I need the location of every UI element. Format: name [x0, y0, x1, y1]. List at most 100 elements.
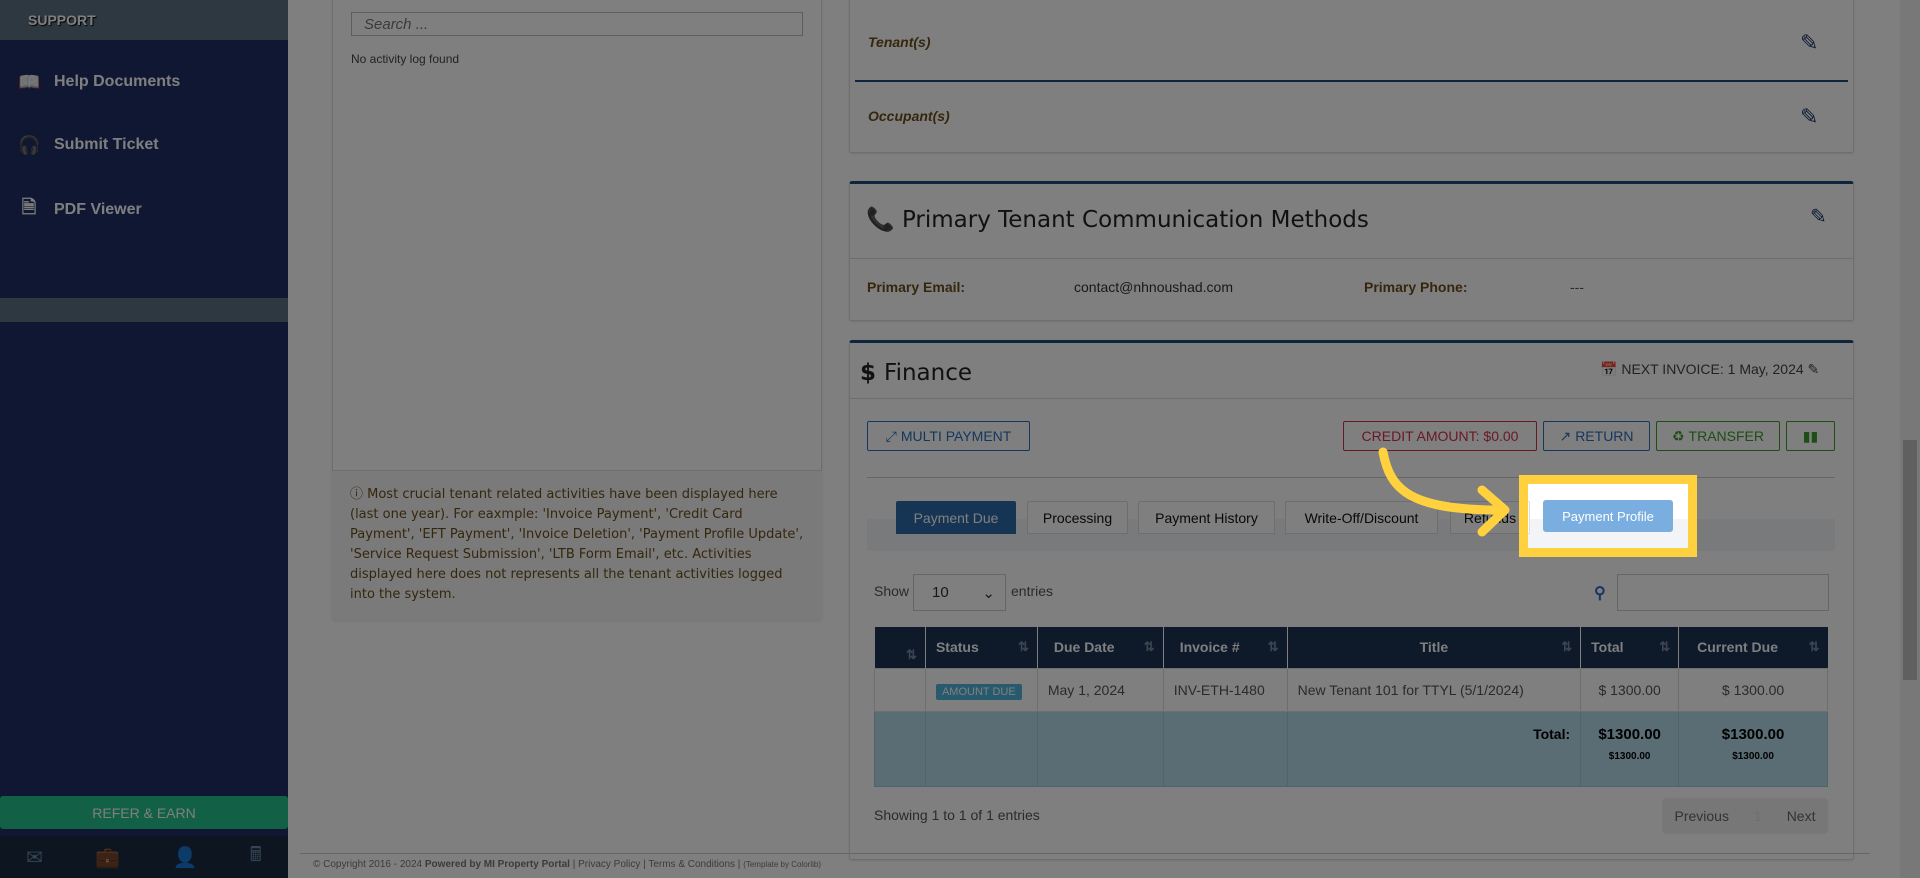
return-label: RETURN	[1575, 428, 1634, 444]
current-value: $1300.00	[1721, 725, 1785, 743]
pdf-icon: 🗎	[21, 197, 37, 217]
page-1-button[interactable]: 1	[1754, 808, 1762, 824]
occupants-label: Occupant(s)	[868, 108, 950, 124]
sort-icon: ⇅	[906, 647, 917, 663]
table-row[interactable]: AMOUNT DUE May 1, 2024 INV-ETH-1480 New …	[874, 667, 1828, 712]
finance-title: $ Finance	[860, 360, 972, 386]
sort-icon: ⇅	[1659, 639, 1671, 655]
current-sub-value: $1300.00	[1732, 750, 1774, 762]
column-header-title[interactable]: Title ⇅	[1286, 627, 1581, 668]
invoice-cell[interactable]: INV-ETH-1480	[1162, 667, 1288, 712]
communication-title: 📞 Primary Tenant Communication Methods	[866, 206, 1369, 233]
column-label: Status	[935, 639, 979, 656]
title-cell: New Tenant 101 for TTYL (5/1/2024)	[1286, 667, 1582, 712]
activity-info-note: ⓘ Most crucial tenant related activities…	[332, 470, 822, 620]
column-header-current-due[interactable]: Current Due ⇅	[1678, 627, 1828, 668]
terms-link[interactable]: Terms & Conditions	[648, 859, 735, 870]
column-label: Due Date	[1053, 639, 1115, 656]
total-cell: $ 1300.00	[1580, 667, 1680, 712]
tab-payment-profile[interactable]: Payment Profile	[1543, 500, 1673, 532]
transfer-button[interactable]: ♻ TRANSFER	[1656, 421, 1780, 451]
entries-label: entries	[1011, 583, 1054, 599]
arrow-annotation	[1378, 447, 1510, 537]
activity-search-input[interactable]	[351, 12, 803, 36]
briefcase-icon[interactable]: 💼	[95, 845, 120, 870]
column-label: Current Due	[1697, 639, 1779, 656]
communication-panel	[849, 181, 1854, 321]
communication-title-text: Primary Tenant Communication Methods	[901, 207, 1369, 233]
privacy-link[interactable]: Privacy Policy	[578, 859, 640, 870]
return-button[interactable]: ↗ RETURN	[1543, 421, 1650, 451]
sidebar-divider	[0, 298, 288, 322]
user-icon[interactable]: 👤	[173, 845, 198, 870]
sort-icon: ⇅	[1143, 639, 1155, 655]
column-header-invoice[interactable]: Invoice # ⇅	[1162, 627, 1288, 668]
expand-icon: ⤢	[885, 427, 897, 444]
bar-chart-icon: ▮▮	[1802, 427, 1819, 444]
chart-button[interactable]: ▮▮	[1786, 421, 1835, 451]
tenants-label: Tenant(s)	[868, 34, 931, 50]
sort-icon: ⇅	[1561, 639, 1573, 655]
primary-email-value: contact@nhnoushad.com	[1074, 279, 1233, 295]
totals-total: $1300.00 $1300.00	[1580, 710, 1680, 787]
table-search-input[interactable]	[1617, 574, 1829, 611]
edit-occupants-icon[interactable]: ✎	[1800, 104, 1818, 130]
due-date-cell: May 1, 2024	[1036, 667, 1164, 712]
entries-select[interactable]: 10 ⌄	[913, 574, 1006, 611]
status-badge: AMOUNT DUE	[935, 683, 1022, 700]
multi-payment-button[interactable]: ⤢ MULTI PAYMENT	[867, 421, 1030, 451]
dollar-icon: $	[860, 360, 885, 386]
row-cell	[874, 710, 926, 787]
envelope-icon[interactable]: ✉	[26, 845, 43, 870]
powered-by-link[interactable]: Powered by MI Property Portal	[425, 859, 570, 870]
column-header-due-date[interactable]: Due Date ⇅	[1036, 627, 1164, 668]
sidebar-item-pdf-viewer[interactable]: 🗎 PDF Viewer	[0, 190, 288, 230]
calendar-icon: 📅	[1600, 361, 1622, 377]
scrollbar-thumb[interactable]	[1903, 440, 1917, 680]
sidebar: SUPPORT 📖 Help Documents 🎧 Submit Ticket 🗎…	[0, 0, 288, 878]
sidebar-support-header: SUPPORT	[0, 0, 288, 40]
info-text: Most crucial tenant related activities h…	[350, 487, 804, 602]
scrollbar[interactable]	[1900, 0, 1920, 878]
total-value: $1300.00	[1598, 725, 1661, 743]
pagination: Previous 1 Next	[1662, 798, 1828, 834]
tab-payment-history[interactable]: Payment History	[1138, 501, 1275, 534]
finance-title-text: Finance	[884, 360, 973, 386]
row-cell	[874, 667, 926, 712]
totals-row: Total: $1300.00 $1300.00 $1300.00 $1300.00	[874, 710, 1828, 787]
sidebar-item-help-documents[interactable]: 📖 Help Documents	[0, 62, 288, 102]
next-button[interactable]: Next	[1787, 808, 1816, 824]
recycle-icon: ♻	[1671, 427, 1685, 444]
sidebar-item-submit-ticket[interactable]: 🎧 Submit Ticket	[0, 125, 288, 165]
calculator-icon[interactable]: 🖩	[250, 840, 262, 874]
book-icon: 📖	[18, 71, 41, 92]
edit-communication-icon[interactable]: ✎	[1810, 204, 1827, 229]
previous-button[interactable]: Previous	[1674, 808, 1728, 824]
arrow-curve	[1378, 447, 1505, 515]
column-label: Title	[1419, 639, 1449, 656]
column-header-status[interactable]: Status ⇅	[924, 627, 1038, 668]
primary-phone-value: ---	[1570, 279, 1584, 295]
refer-earn-button[interactable]: REFER & EARN	[0, 796, 288, 829]
totals-label: Total:	[1286, 710, 1582, 787]
edit-next-invoice-icon[interactable]: ✎	[1808, 361, 1820, 377]
column-header[interactable]: ⇅	[874, 627, 926, 668]
sidebar-item-label: Help Documents	[54, 73, 181, 90]
multi-payment-label: MULTI PAYMENT	[900, 428, 1012, 444]
invoices-table: ⇅ Status ⇅ Due Date ⇅ Invoice # ⇅ Title ⇅ To…	[874, 627, 1828, 787]
tab-processing[interactable]: Processing	[1027, 501, 1128, 534]
sidebar-item-label: Submit Ticket	[54, 136, 159, 153]
column-header-total[interactable]: Total ⇅	[1580, 627, 1679, 668]
primary-email-label: Primary Email:	[867, 279, 966, 295]
divider	[849, 398, 1854, 399]
show-label: Show	[874, 583, 910, 599]
edit-tenants-icon[interactable]: ✎	[1800, 30, 1818, 56]
next-invoice: 📅 NEXT INVOICE: 1 May, 2024 ✎	[1600, 361, 1819, 378]
sidebar-item-label: PDF Viewer	[54, 201, 142, 218]
tab-payment-due[interactable]: Payment Due	[896, 501, 1016, 534]
phone-icon: 📞	[866, 207, 902, 233]
row-cell	[1162, 710, 1288, 787]
table-header: ⇅ Status ⇅ Due Date ⇅ Invoice # ⇅ Title ⇅ To…	[874, 627, 1828, 668]
sort-icon: ⇅	[1017, 639, 1029, 655]
row-cell	[1036, 710, 1164, 787]
